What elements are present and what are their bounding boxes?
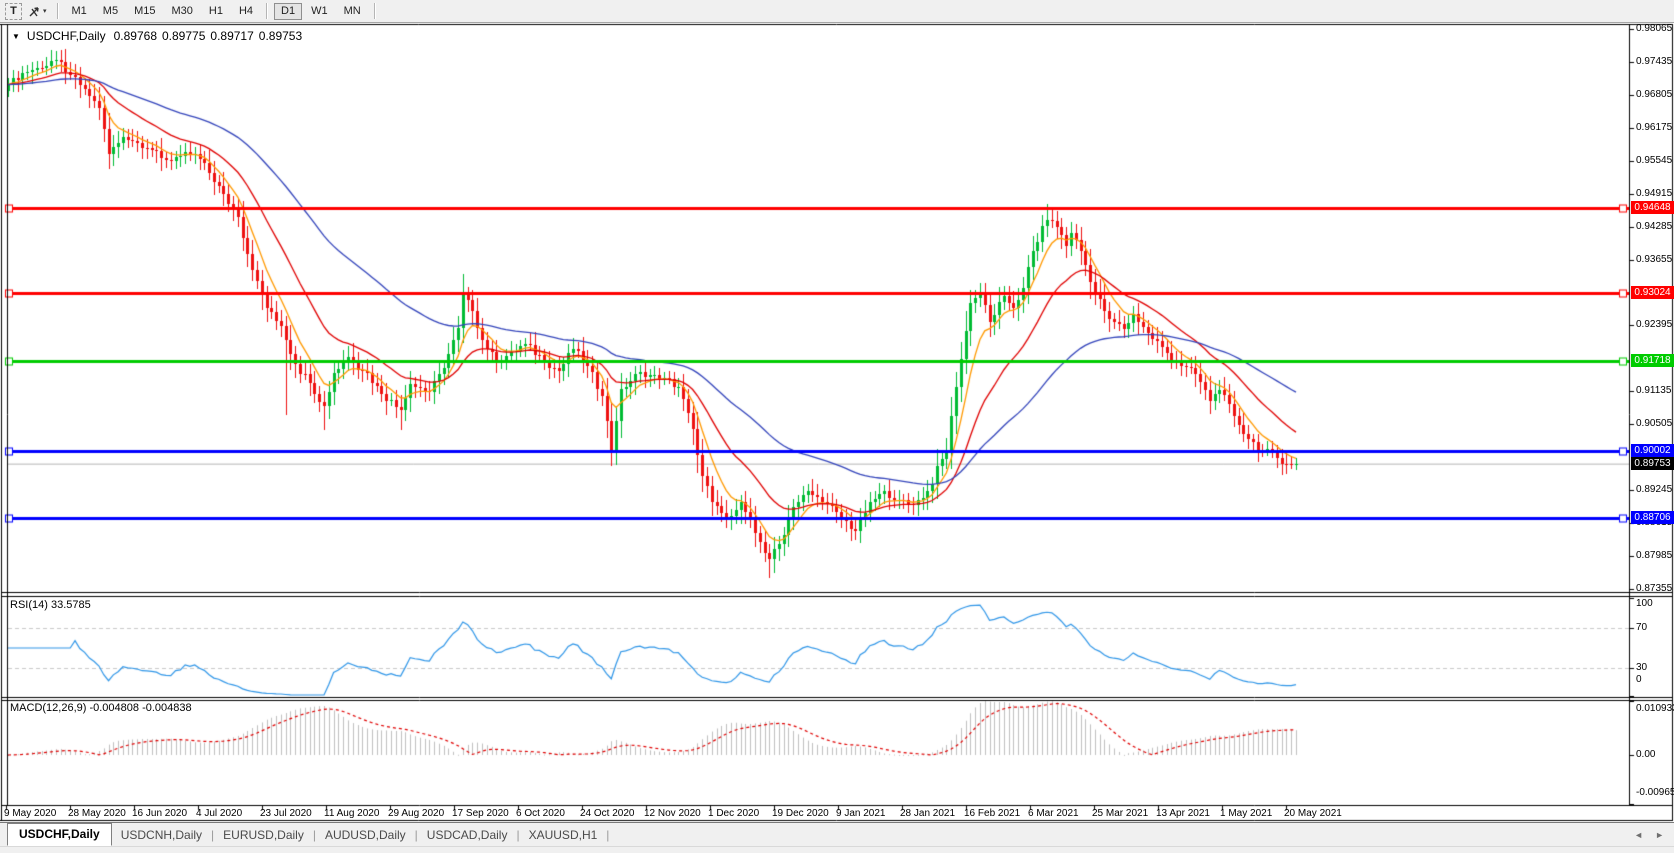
price-tick-label: 0.89245: [1636, 484, 1673, 495]
hline-price-label: 0.90002: [1631, 444, 1674, 457]
date-label: 13 Apr 2021: [1156, 808, 1210, 819]
rsi-tick-label: 0: [1636, 674, 1642, 685]
date-label: 20 May 2021: [1284, 808, 1342, 819]
trading-platform-window: T ▾ M1 M5 M15 M30 H1 H4 D1 W1 MN ▼ USDCHF,Daily …: [0, 0, 1674, 853]
tab-separator: |: [606, 827, 610, 842]
price-tick-label: 0.91135: [1636, 385, 1672, 396]
toolbar-separator: [56, 3, 59, 19]
tab-scroll-arrows: ◄ ►: [1634, 830, 1664, 840]
hline-price-label: 0.88706: [1631, 511, 1674, 524]
hline-price-label: 0.91718: [1631, 354, 1674, 367]
date-label: 29 Aug 2020: [388, 808, 445, 819]
period-button-m1[interactable]: M1: [65, 3, 94, 20]
chart-tab-bar: USDCHF,Daily USDCNH,Daily | EURUSD,Daily | AU…: [0, 822, 1674, 853]
text-tool-button[interactable]: T: [5, 2, 22, 20]
tab-usdcad-daily[interactable]: USDCAD,Daily: [418, 825, 517, 845]
chart-ohlc-values: 0.89768 0.89775 0.89717 0.89753: [114, 29, 303, 43]
toolbar-separator: [266, 3, 269, 19]
rsi-tick-label: 70: [1636, 622, 1648, 633]
date-label: 19 Dec 2020: [772, 808, 829, 819]
period-button-h4[interactable]: H4: [232, 3, 260, 20]
tabs-scroll-left-icon[interactable]: ◄: [1634, 830, 1643, 840]
period-button-d1[interactable]: D1: [274, 2, 303, 20]
date-label: 6 Oct 2020: [516, 808, 565, 819]
timeframe-button-group: M1 M5 M15 M30 H1 H4 D1 W1 MN: [64, 2, 369, 20]
low-value: 0.89717: [210, 29, 254, 43]
period-button-m15[interactable]: M15: [127, 3, 162, 20]
period-button-m30[interactable]: M30: [164, 3, 199, 20]
tab-xauusd-h1[interactable]: XAUUSD,H1: [520, 825, 607, 845]
date-label: 28 May 2020: [68, 808, 126, 819]
price-tick-label: 0.90505: [1636, 418, 1673, 429]
date-label: 28 Jan 2021: [900, 808, 956, 819]
price-tick-label: 0.87355: [1636, 583, 1673, 594]
macd-indicator-label: MACD(12,26,9) -0.004808 -0.004838: [10, 702, 192, 714]
price-tick-label: 0.94285: [1636, 221, 1673, 232]
tab-usdcnh-daily[interactable]: USDCNH,Daily: [112, 825, 211, 845]
rsi-indicator-label: RSI(14) 33.5785: [10, 599, 91, 611]
high-value: 0.89775: [162, 29, 206, 43]
price-tick-label: 0.95545: [1636, 155, 1673, 166]
tabs-scroll-right-icon[interactable]: ►: [1655, 830, 1664, 840]
tab-eurusd-daily[interactable]: EURUSD,Daily: [214, 825, 313, 845]
current-price-label: 0.89753: [1631, 457, 1674, 470]
date-label: 6 Mar 2021: [1028, 808, 1079, 819]
date-label: 1 May 2021: [1220, 808, 1273, 819]
period-button-w1[interactable]: W1: [304, 3, 335, 20]
rsi-tick-label: 100: [1636, 598, 1653, 609]
price-tick-label: 0.92395: [1636, 319, 1673, 330]
macd-tick-label: -0.009653: [1636, 787, 1674, 798]
date-label: 17 Sep 2020: [452, 808, 509, 819]
price-tick-label: 0.97435: [1636, 56, 1673, 67]
tab-usdchf-daily[interactable]: USDCHF,Daily: [7, 823, 112, 846]
title-dropdown-icon[interactable]: ▼: [12, 32, 20, 41]
date-label: 4 Jul 2020: [196, 808, 243, 819]
macd-tick-label: 0.010933: [1636, 703, 1674, 714]
date-label: 11 Aug 2020: [324, 808, 380, 819]
chart-title: ▼ USDCHF,Daily 0.89768 0.89775 0.89717 0…: [12, 29, 302, 43]
date-label: 9 Jan 2021: [836, 808, 886, 819]
price-tick-label: 0.96805: [1636, 89, 1673, 100]
swap-arrows-icon: [29, 6, 39, 16]
toolbar-separator: [373, 3, 376, 19]
rsi-tick-label: 30: [1636, 662, 1648, 673]
open-value: 0.89768: [113, 29, 157, 43]
price-tick-label: 0.87985: [1636, 550, 1673, 561]
toolbar: T ▾ M1 M5 M15 M30 H1 H4 D1 W1 MN: [0, 0, 1674, 23]
price-tick-label: 0.98065: [1636, 23, 1673, 34]
date-label: 25 Mar 2021: [1092, 808, 1149, 819]
hline-price-label: 0.93024: [1631, 286, 1674, 299]
chart-symbol-label: USDCHF,Daily: [26, 29, 106, 43]
close-value: 0.89753: [258, 29, 303, 43]
date-label: 16 Jun 2020: [132, 808, 188, 819]
price-tick-label: 0.93655: [1636, 254, 1673, 265]
date-label: 23 Jul 2020: [260, 808, 312, 819]
date-label: 1 Dec 2020: [708, 808, 760, 819]
price-tick-label: 0.94915: [1636, 188, 1673, 199]
date-label: 12 Nov 2020: [644, 808, 701, 819]
cycle-arrows-button[interactable]: ▾: [24, 3, 51, 20]
hline-price-label: 0.94648: [1631, 201, 1674, 214]
date-label: 9 May 2020: [4, 808, 57, 819]
axis-labels-layer: 0.98065 0.97435 0.96805 0.96175 0.95545 0.949…: [0, 0, 1674, 853]
tab-strip: USDCHF,Daily USDCNH,Daily | EURUSD,Daily | AU…: [0, 823, 1674, 847]
tab-audusd-daily[interactable]: AUDUSD,Daily: [316, 825, 415, 845]
period-button-m5[interactable]: M5: [96, 3, 125, 20]
price-tick-label: 0.96175: [1636, 122, 1673, 133]
period-button-mn[interactable]: MN: [337, 3, 368, 20]
macd-tick-label: 0.00: [1636, 749, 1656, 760]
dropdown-caret-icon: ▾: [43, 8, 47, 15]
date-label: 16 Feb 2021: [964, 808, 1021, 819]
period-button-h1[interactable]: H1: [202, 3, 230, 20]
date-label: 24 Oct 2020: [580, 808, 635, 819]
